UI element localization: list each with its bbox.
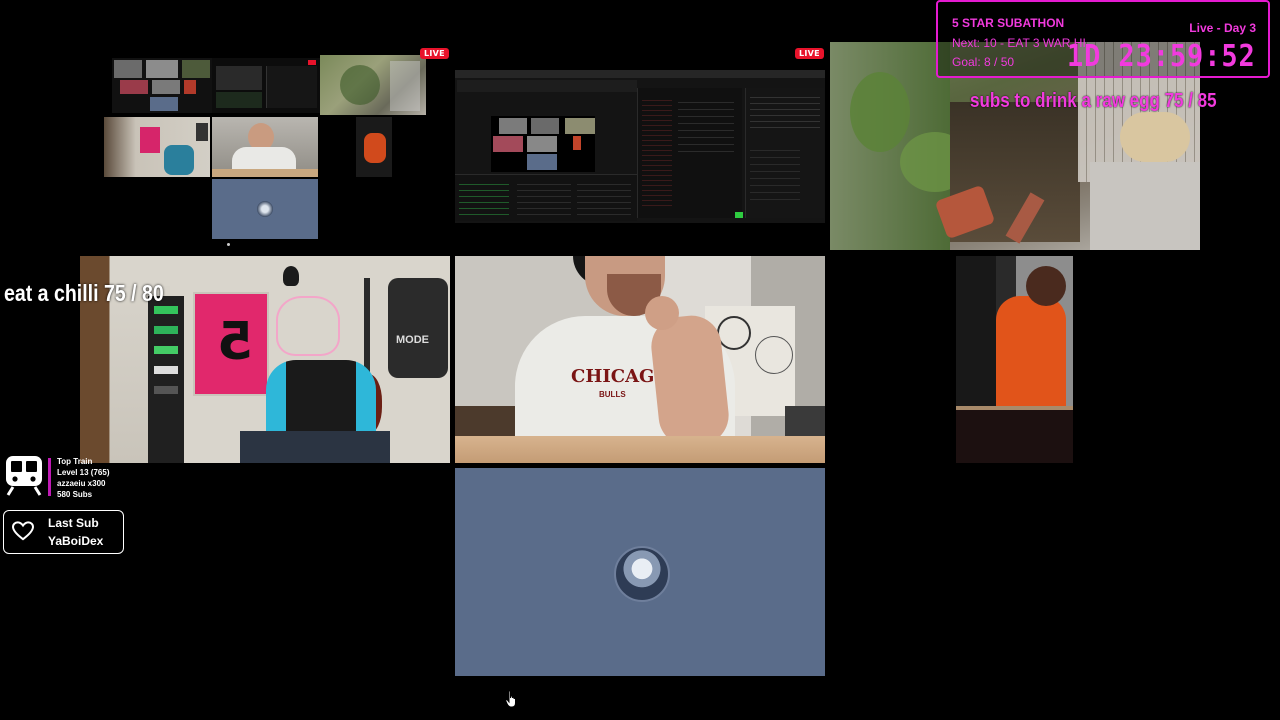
top-train-subs: 580 Subs — [57, 490, 93, 499]
hand-cursor-icon — [505, 690, 516, 708]
neon-sign — [276, 296, 340, 356]
top-train-title: Top Train — [57, 457, 93, 466]
poster-number: 5 — [217, 312, 254, 372]
mini-grid-thumb-room — [104, 117, 210, 177]
poster: 5 — [195, 294, 267, 394]
egg-goal-text: subs to drink a raw egg 75 / 85 — [970, 90, 1217, 112]
train-icon — [6, 456, 42, 496]
mini-grid-thumb-orange — [356, 117, 392, 177]
live-badge-left: LIVE — [420, 48, 449, 59]
subathon-goal: Goal: 8 / 50 — [952, 55, 1015, 69]
desk — [455, 436, 825, 463]
mini-grid-thumb-plants — [320, 55, 426, 115]
mini-grid-thumb-1 — [112, 58, 212, 113]
profile-avatar — [614, 546, 670, 602]
subathon-status: Live - Day 3 — [1189, 21, 1256, 35]
speaker-label: MODE — [396, 334, 429, 346]
page-indicator-dot — [227, 243, 230, 246]
subathon-next: Next: 10 - EAT 3 WAR HI — [952, 36, 1086, 50]
last-sub-name: YaBoiDex — [48, 534, 104, 548]
screen-share-preview — [491, 116, 595, 172]
avatar-camera-tile[interactable] — [455, 468, 825, 676]
last-sub-label: Last Sub — [48, 516, 99, 530]
heart-icon — [12, 521, 34, 541]
mini-grid-tile[interactable] — [104, 55, 426, 239]
main-camera-tile[interactable]: CHICAGO BULLS — [455, 256, 825, 463]
last-sub-widget: Last Sub YaBoiDex — [3, 510, 124, 554]
subathon-panel: 5 STAR SUBATHON Live - Day 3 Next: 10 - … — [936, 0, 1270, 78]
speaker: MODE — [388, 278, 448, 378]
shirt-subtext: BULLS — [599, 390, 626, 399]
kitchen-camera-tile[interactable] — [956, 256, 1073, 463]
mini-grid-thumb-person — [212, 117, 318, 177]
mini-grid-thumb-avatar — [212, 179, 318, 239]
chilli-goal-text: eat a chilli 75 / 80 — [4, 280, 164, 306]
orange-hoodie-person — [996, 296, 1066, 416]
subathon-timer: 1D 23:59:52 — [1067, 39, 1256, 74]
screen-share-tile[interactable] — [455, 70, 825, 223]
top-train-user: azzaeiu x300 — [57, 479, 106, 488]
live-badge-center: LIVE — [795, 48, 824, 59]
subathon-title: 5 STAR SUBATHON — [952, 16, 1065, 30]
mini-grid-thumb-2 — [212, 58, 320, 113]
top-train-level: Level 13 (765) — [57, 468, 110, 477]
